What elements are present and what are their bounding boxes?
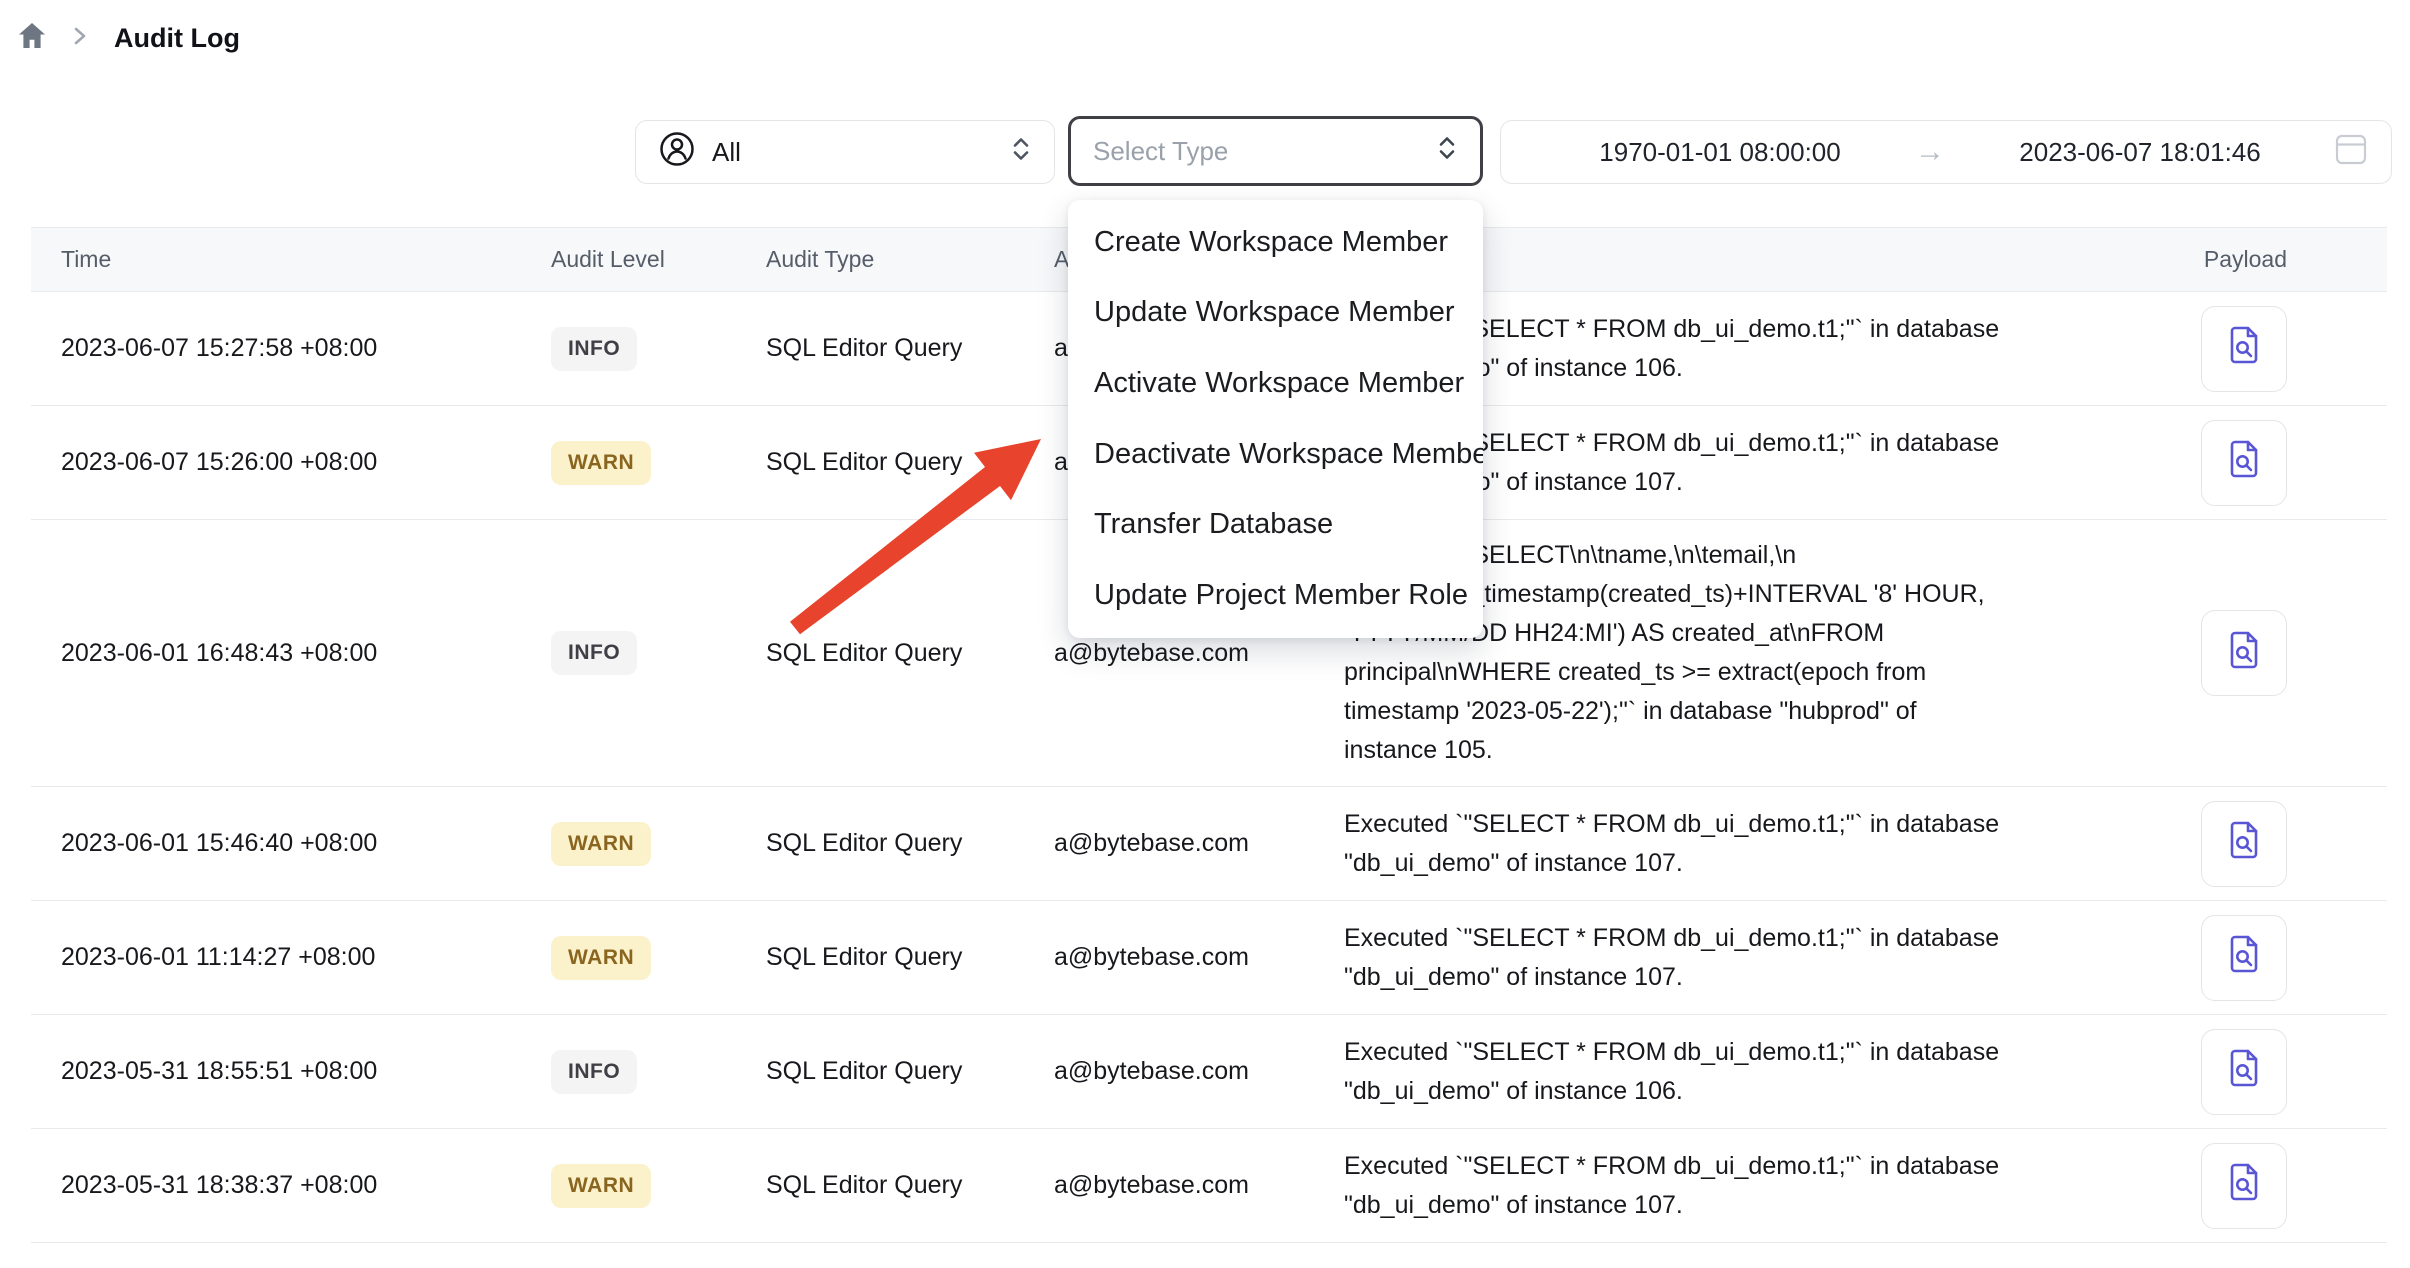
page-title: Audit Log	[114, 23, 240, 54]
comment-cell: Executed `"SELECT * FROM db_ui_demo.t1;"…	[1344, 903, 2099, 1013]
actor-filter-value: All	[712, 137, 741, 168]
date-range-end[interactable]: 2023-06-07 18:01:46	[1945, 137, 2335, 168]
person-circle-icon	[658, 130, 696, 175]
view-payload-button[interactable]	[2201, 420, 2287, 506]
table-row: 2023-05-31 18:55:51 +08:00 INFO SQL Edit…	[31, 1015, 2387, 1129]
view-payload-button[interactable]	[2201, 801, 2287, 887]
document-search-icon	[2223, 818, 2265, 869]
actor-cell: a@bytebase.com	[1054, 943, 1344, 972]
time-cell: 2023-06-07 15:27:58 +08:00	[31, 334, 551, 363]
audit-type-cell: SQL Editor Query	[766, 1171, 1054, 1200]
document-search-icon	[2223, 932, 2265, 983]
audit-log-page: Audit Log All Select Type 1970-01-01 08:…	[0, 0, 2410, 1268]
dropdown-option[interactable]: Transfer Database	[1068, 489, 1483, 560]
audit-type-cell: SQL Editor Query	[766, 943, 1054, 972]
audit-level-badge: WARN	[551, 936, 651, 980]
dropdown-option[interactable]: Deactivate Workspace Member	[1068, 419, 1483, 490]
audit-type-cell: SQL Editor Query	[766, 1057, 1054, 1086]
document-search-icon	[2223, 437, 2265, 488]
comment-cell: Executed `"SELECT * FROM db_ui_demo.t1;"…	[1344, 789, 2099, 899]
home-icon[interactable]	[18, 22, 46, 54]
time-cell: 2023-06-01 15:46:40 +08:00	[31, 829, 551, 858]
actor-cell: a@bytebase.com	[1054, 639, 1344, 668]
audit-type-cell: SQL Editor Query	[766, 334, 1054, 363]
breadcrumb-chevron-icon	[72, 25, 88, 52]
comment-cell: Executed `"SELECT * FROM db_ui_demo.t1;"…	[1344, 1131, 2099, 1241]
date-range-picker[interactable]: 1970-01-01 08:00:00 → 2023-06-07 18:01:4…	[1500, 120, 2392, 184]
audit-level-badge: WARN	[551, 441, 651, 485]
actor-cell: a@bytebase.com	[1054, 1171, 1344, 1200]
audit-type-cell: SQL Editor Query	[766, 448, 1054, 477]
comment-cell: Executed `"SELECT * FROM db_ui_demo.t1;"…	[1344, 1017, 2099, 1127]
document-search-icon	[2223, 323, 2265, 374]
time-cell: 2023-05-31 18:38:37 +08:00	[31, 1171, 551, 1200]
chevron-updown-icon	[1436, 134, 1458, 169]
time-cell: 2023-05-31 18:55:51 +08:00	[31, 1057, 551, 1086]
actor-cell: a@bytebase.com	[1054, 829, 1344, 858]
dropdown-option[interactable]: Update Workspace Member	[1068, 278, 1483, 349]
audit-type-cell: SQL Editor Query	[766, 829, 1054, 858]
audit-level-badge: WARN	[551, 822, 651, 866]
column-header-time: Time	[31, 246, 551, 273]
document-search-icon	[2223, 1046, 2265, 1097]
type-filter-select[interactable]: Select Type	[1068, 116, 1483, 186]
column-header-payload: Payload	[2099, 246, 2287, 273]
document-search-icon	[2223, 1160, 2265, 1211]
column-header-audit-level: Audit Level	[551, 246, 766, 273]
type-select-dropdown: Create Workspace MemberUpdate Workspace …	[1068, 200, 1483, 638]
breadcrumb: Audit Log	[18, 22, 240, 54]
arrow-right-icon: →	[1915, 135, 1945, 169]
view-payload-button[interactable]	[2201, 915, 2287, 1001]
time-cell: 2023-06-01 16:48:43 +08:00	[31, 639, 551, 668]
date-range-start[interactable]: 1970-01-01 08:00:00	[1525, 137, 1915, 168]
view-payload-button[interactable]	[2201, 1029, 2287, 1115]
dropdown-option[interactable]: Create Workspace Member	[1068, 207, 1483, 278]
time-cell: 2023-06-01 11:14:27 +08:00	[31, 943, 551, 972]
chevron-updown-icon	[1010, 135, 1032, 170]
time-cell: 2023-06-07 15:26:00 +08:00	[31, 448, 551, 477]
calendar-icon	[2335, 132, 2367, 173]
table-row: 2023-06-01 15:46:40 +08:00 WARN SQL Edit…	[31, 787, 2387, 901]
dropdown-option[interactable]: Update Project Member Role	[1068, 560, 1483, 631]
audit-level-badge: INFO	[551, 327, 637, 371]
dropdown-option[interactable]: Activate Workspace Member	[1068, 348, 1483, 419]
audit-level-badge: INFO	[551, 1050, 637, 1094]
actor-filter-select[interactable]: All	[635, 120, 1055, 184]
view-payload-button[interactable]	[2201, 610, 2287, 696]
table-row: 2023-06-01 11:14:27 +08:00 WARN SQL Edit…	[31, 901, 2387, 1015]
audit-level-badge: INFO	[551, 631, 637, 675]
type-filter-placeholder: Select Type	[1093, 136, 1228, 167]
view-payload-button[interactable]	[2201, 306, 2287, 392]
document-search-icon	[2223, 628, 2265, 679]
actor-cell: a@bytebase.com	[1054, 1057, 1344, 1086]
view-payload-button[interactable]	[2201, 1143, 2287, 1229]
audit-type-cell: SQL Editor Query	[766, 639, 1054, 668]
column-header-audit-type: Audit Type	[766, 246, 1054, 273]
table-row-partial	[31, 1243, 2387, 1259]
table-row: 2023-05-31 18:38:37 +08:00 WARN SQL Edit…	[31, 1129, 2387, 1243]
audit-level-badge: WARN	[551, 1164, 651, 1208]
